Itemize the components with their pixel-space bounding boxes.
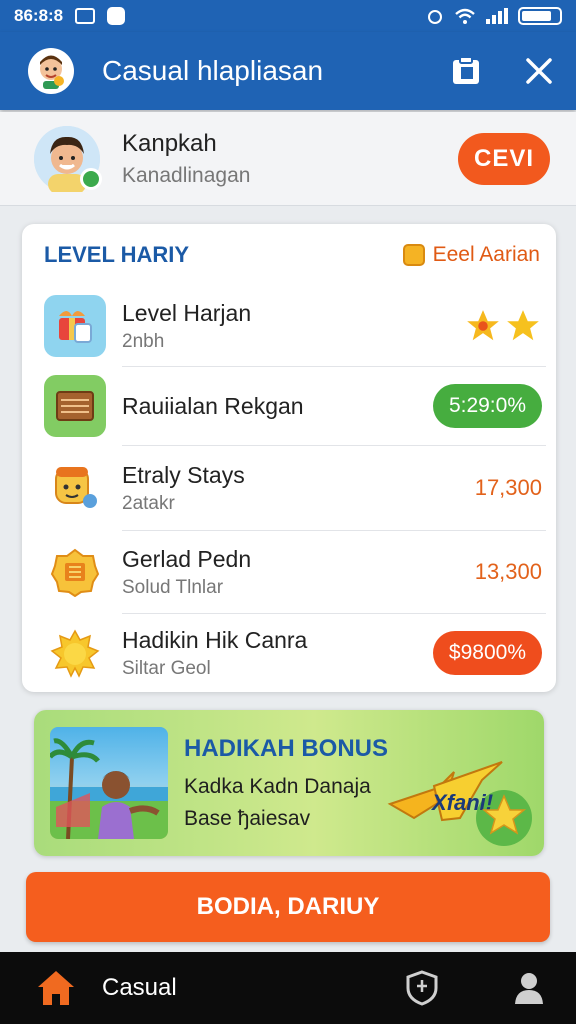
shield-icon[interactable] [406,970,438,1006]
profile-header: Kanpkah Kanadlinagan CEVI [0,112,576,206]
list-item[interactable]: Level Harjan 2nbh [22,286,556,366]
list-item[interactable]: Rauiialan Rekgan 5:29:0% [22,367,556,445]
app-icon [107,7,126,25]
coin-icon [402,244,425,266]
beach-illustration [50,727,168,839]
list-item-title: Etraly Stays [122,461,245,488]
signal-icon [486,8,508,24]
profile-icon[interactable] [512,970,546,1006]
bottom-nav: Casual [0,952,576,1024]
profile-action-button[interactable]: CEVI [458,132,550,185]
bonus-art-text: Xfani! [430,790,493,815]
close-icon[interactable] [524,56,554,86]
list-item-value: 13,300 [474,559,542,584]
image-icon [75,8,96,24]
bonus-line-2: Base ђaiesav [184,807,311,830]
status-time: 86:8:8 [14,6,64,25]
list-item-value: 17,300 [474,475,542,500]
app-bar: Casual hlapliasan [0,32,576,110]
character-icon [44,457,106,519]
bonus-title: HADIKAH BONUS [184,735,388,762]
verified-badge-icon [80,167,102,190]
list-item-subtitle: Solud Tlnlar [122,576,224,598]
badge-icon [44,541,106,603]
status-badge: 5:29:0% [432,384,542,428]
level-card-link-label: Eeel Aarian [432,243,540,266]
mascot-logo-icon[interactable] [28,48,74,94]
avatar[interactable] [34,125,102,194]
star-icon [507,310,539,341]
sun-star-icon [44,622,106,684]
list-item-title: Gerlad Pedn [122,545,252,572]
list-item-subtitle: 2atakr [122,492,175,514]
list-item-subtitle: Siltar Geol [122,657,211,679]
star-rating [464,307,542,345]
list-item-title: Level Harjan [122,299,252,326]
bonus-banner[interactable]: HADIKAH BONUS Kadka Kadn Danaja Base ђai… [34,710,544,856]
status-bar: 86:8:8 [0,0,576,32]
bonus-rocket-art: Xfani! [387,761,532,846]
list-item-title: Rauiialan Rekgan [122,392,304,419]
level-card: LEVEL HARIY Eeel Aarian Level Harjan 2nb… [22,224,556,692]
star-icon [467,310,499,341]
bonus-line-1: Kadka Kadn Danaja [184,775,371,798]
profile-subtitle: Kanadlinagan [122,163,251,187]
list-item[interactable]: Hadikin Hik Canra Siltar Geol $9800% [22,614,556,692]
gift-box-icon [44,295,106,357]
app-title: Casual hlapliasan [102,55,324,86]
list-item[interactable]: Gerlad Pedn Solud Tlnlar 13,300 [22,531,556,613]
list-item-title: Hadikin Hik Canra [122,626,308,653]
list-item-subtitle: 2nbh [122,330,165,352]
alarm-icon [428,10,442,24]
level-card-link[interactable]: Eeel Aarian [402,243,540,267]
status-badge: $9800% [432,631,542,675]
wifi-icon [455,8,475,24]
nav-label[interactable]: Casual [102,974,177,1002]
battery-icon [518,7,562,25]
profile-name: Kanpkah [122,129,217,157]
cta-button[interactable]: BODIA, DARIUY [26,872,550,942]
clipboard-icon[interactable] [450,55,482,87]
list-item[interactable]: Etraly Stays 2atakr 17,300 [22,446,556,530]
wooden-crate-icon [44,375,106,437]
home-icon[interactable] [36,969,76,1007]
level-card-title: LEVEL HARIY [44,242,190,267]
